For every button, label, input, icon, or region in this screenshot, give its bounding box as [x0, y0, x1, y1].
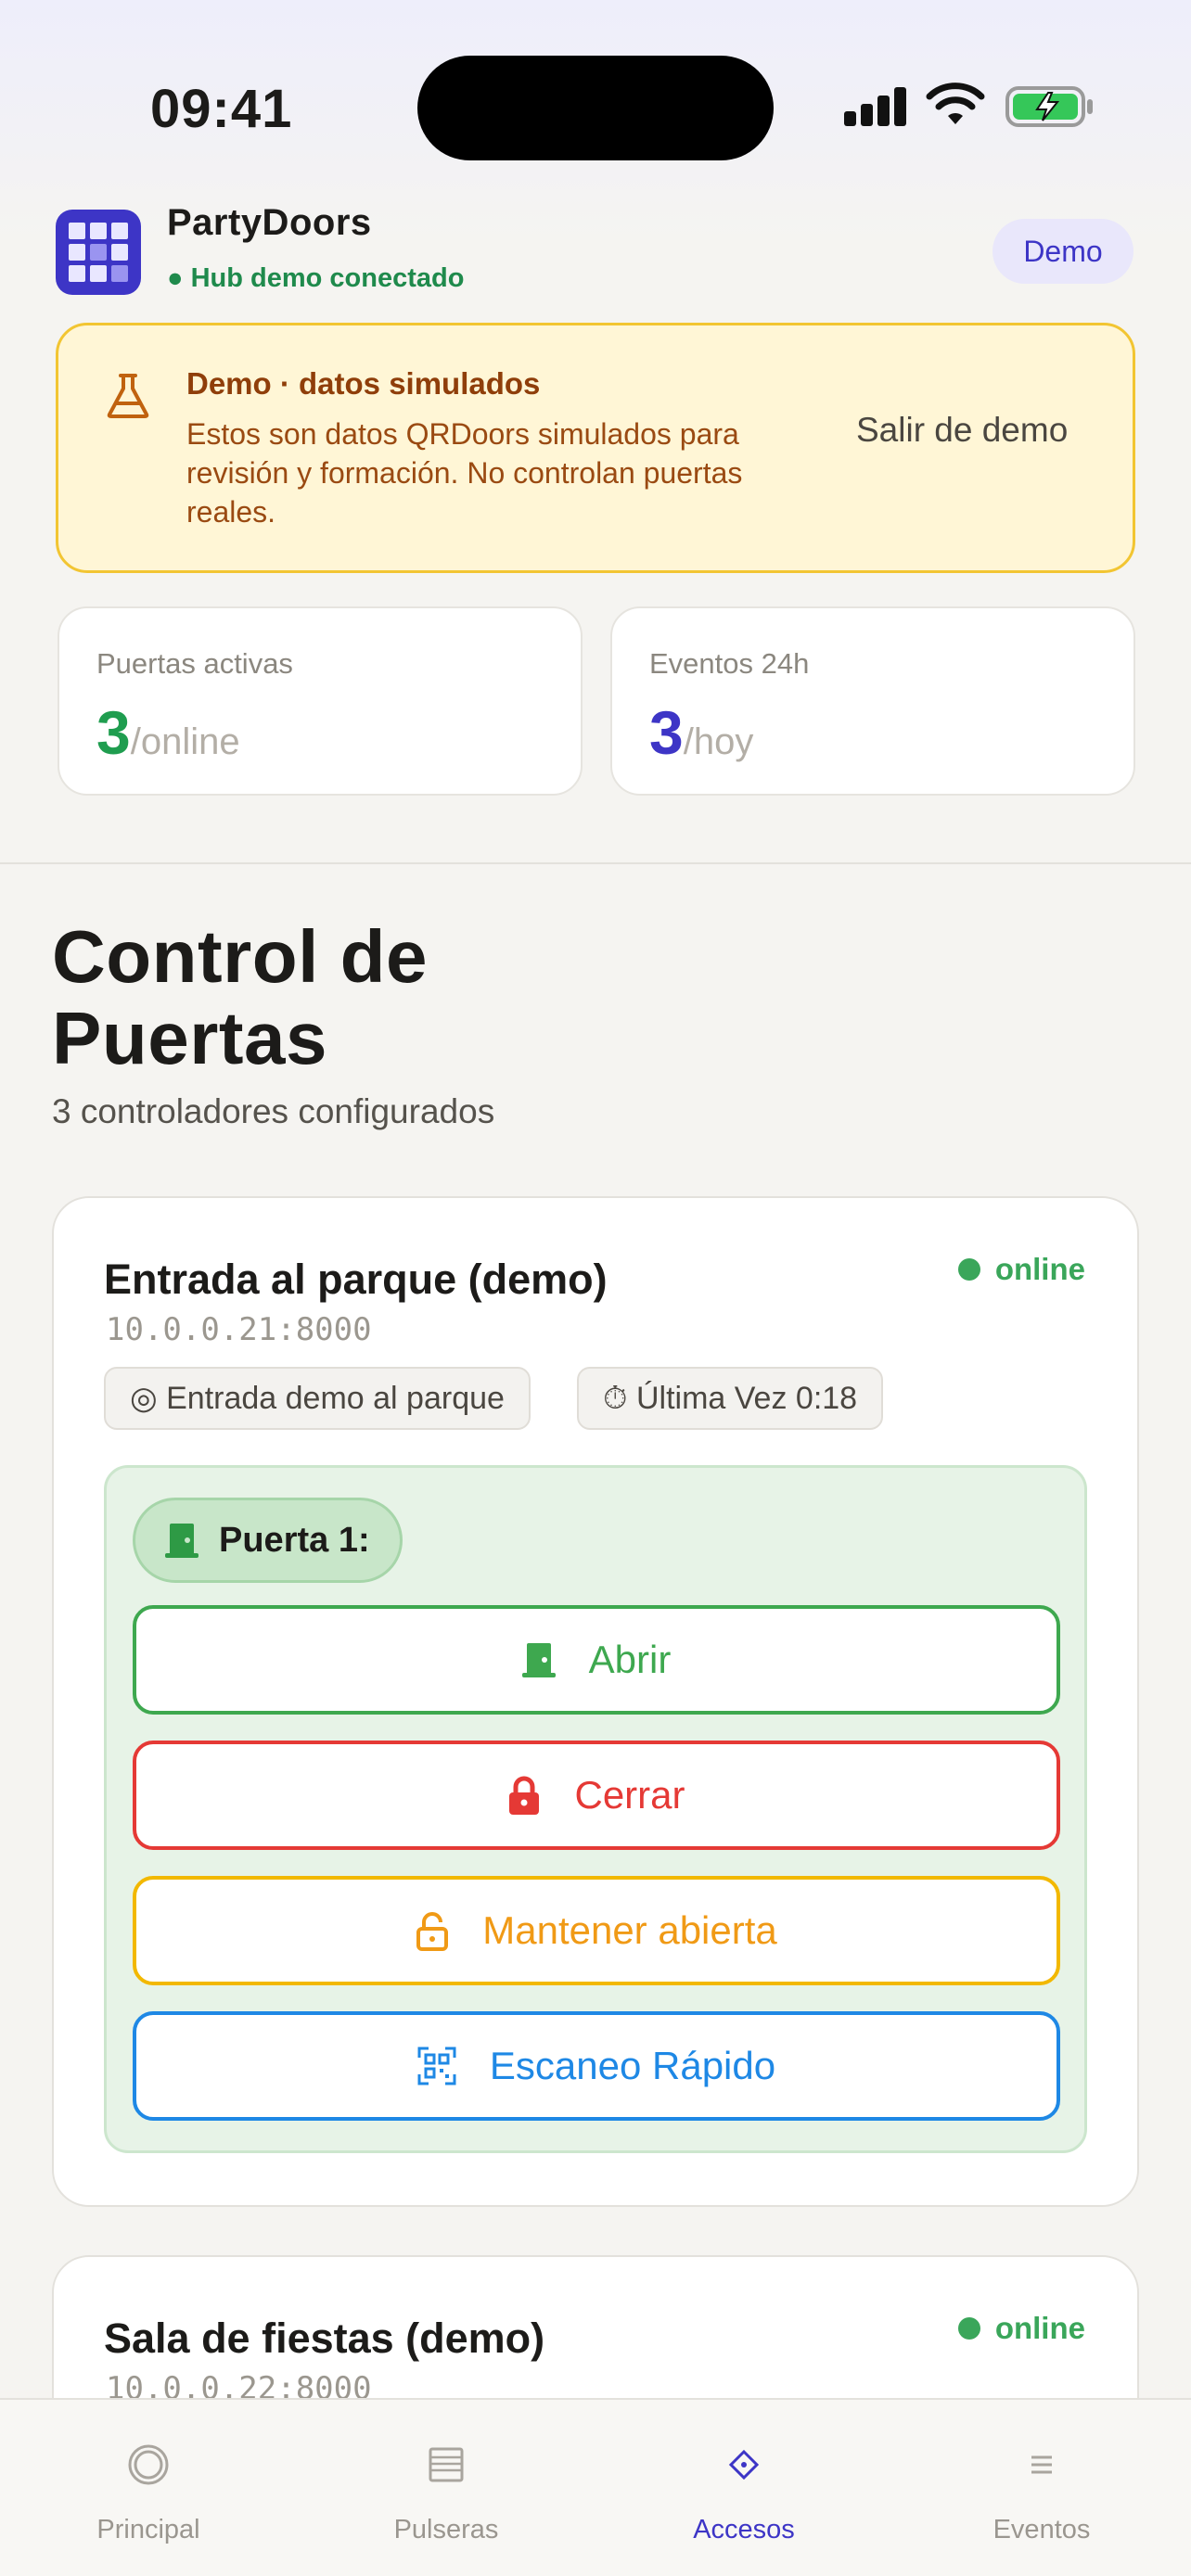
banner-title: Demo · datos simulados — [186, 366, 541, 401]
stat-number: 3 — [649, 698, 684, 767]
unlock-icon — [416, 1912, 449, 1951]
connection-status: ● Hub demo conectado — [167, 263, 465, 293]
stat-value: 3/online — [96, 697, 240, 768]
exit-demo-button[interactable]: Salir de demo — [856, 411, 1068, 450]
hold-open-button[interactable]: Mantener abierta — [133, 1876, 1060, 1985]
demo-badge[interactable]: Demo — [992, 219, 1133, 284]
stat-suffix: /hoy — [683, 721, 754, 762]
circle-icon — [37, 2437, 260, 2493]
online-status: online — [957, 2311, 1085, 2346]
app-title: PartyDoors — [167, 202, 372, 243]
dynamic-island — [417, 56, 774, 160]
page-title: Control de Puertas — [52, 916, 428, 1079]
list-card-icon — [335, 2437, 557, 2493]
tab-eventos[interactable]: Eventos — [930, 2437, 1153, 2545]
last-seen-chip: ⏱ Última Vez 0:18 — [577, 1367, 884, 1430]
stat-number: 3 — [96, 698, 131, 767]
lines-icon — [930, 2437, 1153, 2493]
status-dot-icon — [957, 2317, 980, 2340]
close-door-label: Cerrar — [574, 1773, 685, 1817]
demo-banner: Demo · datos simulados Estos son datos Q… — [56, 323, 1135, 573]
wifi-icon — [926, 83, 985, 124]
open-door-button[interactable]: Abrir — [133, 1605, 1060, 1715]
door-icon — [521, 1643, 556, 1677]
controller-name: Entrada al parque (demo) — [104, 1256, 608, 1303]
stat-card-events: Eventos 24h 3/hoy — [610, 606, 1135, 796]
tab-principal[interactable]: Principal — [37, 2437, 260, 2545]
stat-value: 3/hoy — [649, 697, 753, 768]
tab-accesos[interactable]: Accesos — [633, 2437, 855, 2545]
controller-address: 10.0.0.21:8000 — [106, 1311, 372, 1348]
status-dot-icon — [957, 1258, 980, 1281]
tab-label: Accesos — [693, 2515, 795, 2544]
hold-open-label: Mantener abierta — [482, 1908, 777, 1952]
tab-label: Principal — [96, 2515, 200, 2544]
quick-scan-button[interactable]: Escaneo Rápido — [133, 2011, 1060, 2121]
qr-scan-icon — [417, 2047, 456, 2085]
location-chip: ◎ Entrada demo al parque — [104, 1367, 531, 1430]
banner-text: Estos son datos QRDoors simulados para r… — [186, 417, 743, 529]
tab-pulseras[interactable]: Pulseras — [335, 2437, 557, 2545]
stat-label: Puertas activas — [96, 647, 293, 680]
lock-icon — [509, 1776, 540, 1815]
quick-scan-label: Escaneo Rápido — [489, 2044, 776, 2087]
online-status: online — [957, 1252, 1085, 1287]
page-subtitle: 3 controladores configurados — [52, 1092, 495, 1130]
stat-label: Eventos 24h — [649, 647, 810, 680]
signal-icon — [844, 87, 907, 126]
flask-icon — [107, 374, 149, 418]
door-icon — [165, 1524, 198, 1558]
tab-label: Pulseras — [393, 2515, 499, 2544]
stat-suffix: /online — [130, 721, 240, 762]
door-panel: Puerta 1: Abrir Cerrar Mantener abierta — [104, 1465, 1087, 2153]
battery-icon — [1005, 86, 1093, 127]
open-door-label: Abrir — [588, 1638, 672, 1681]
app-logo-icon — [56, 210, 141, 295]
status-label: online — [994, 2311, 1085, 2345]
close-door-button[interactable]: Cerrar — [133, 1741, 1060, 1850]
page-title-line1: Control de — [52, 915, 428, 998]
diamond-icon — [633, 2437, 855, 2493]
door-label: Puerta 1: — [219, 1520, 370, 1560]
stat-card-active-doors: Puertas activas 3/online — [58, 606, 583, 796]
status-time: 09:41 — [150, 79, 293, 139]
tab-bar: Principal Pulseras Accesos Eventos — [0, 2398, 1191, 2576]
controller-name: Sala de fiestas (demo) — [104, 2315, 545, 2362]
door-label-pill: Puerta 1: — [133, 1498, 403, 1583]
status-label: online — [994, 1252, 1085, 1286]
page-title-line2: Puertas — [52, 997, 327, 1079]
tab-label: Eventos — [992, 2515, 1091, 2544]
